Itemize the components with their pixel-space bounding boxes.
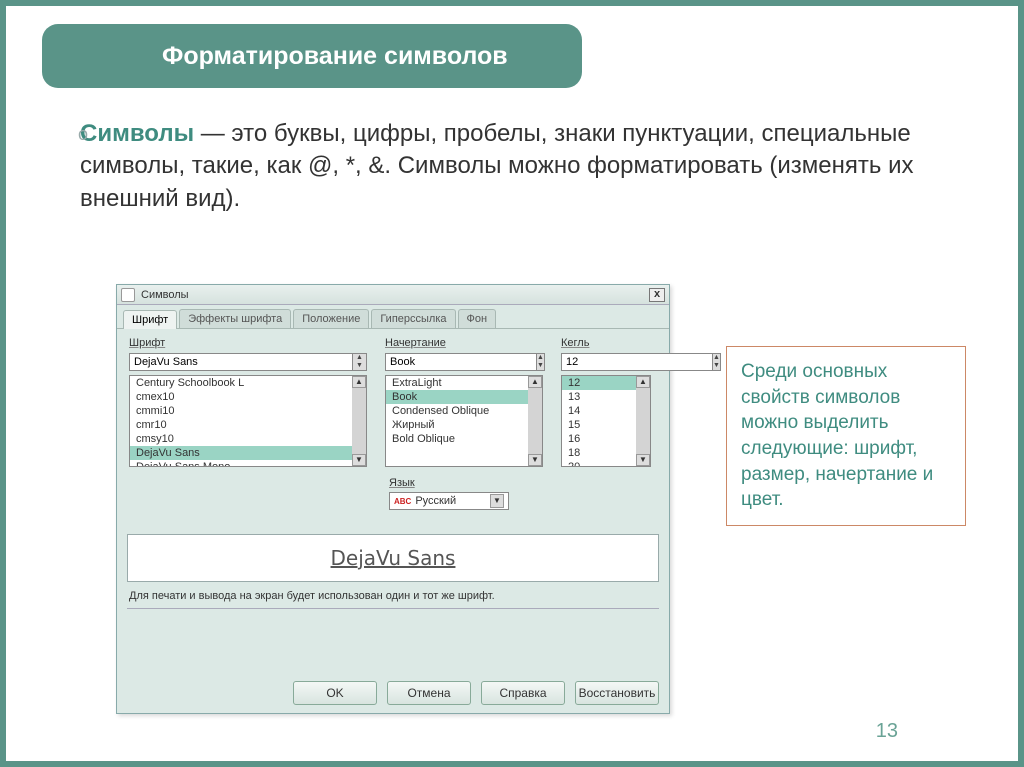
preview-text: DejaVu Sans [331,546,456,570]
lang-label: Язык [389,477,657,489]
tab-background[interactable]: Фон [458,309,497,328]
tab-font[interactable]: Шрифт [123,310,177,329]
lang-select[interactable]: ABC Русский ▼ [389,492,509,510]
ok-button[interactable]: OK [293,681,377,705]
scrollbar[interactable]: ▲▼ [636,376,650,466]
main-paragraph: o Символы — это буквы, цифры, пробелы, з… [80,118,970,215]
size-item[interactable]: 15 [562,418,636,432]
size-item[interactable]: 16 [562,432,636,446]
style-label: Начертание [385,337,543,349]
close-button[interactable]: x [649,288,665,302]
font-item[interactable]: Century Schoolbook L [130,376,352,390]
scrollbar[interactable]: ▲▼ [352,376,366,466]
term-strong: Символы [80,120,194,147]
size-label: Кегль [561,337,651,349]
style-input[interactable] [385,353,537,371]
spellcheck-icon: ABC [394,497,411,506]
size-item[interactable]: 12 [562,376,636,390]
style-item[interactable]: Condensed Oblique [386,404,528,418]
hint-text: Для печати и вывода на экран будет испол… [117,582,669,602]
cancel-button[interactable]: Отмена [387,681,471,705]
dialog-titlebar[interactable]: Символы x [117,285,669,305]
size-spin[interactable]: ▲▼ [713,353,721,371]
size-item[interactable]: 13 [562,390,636,404]
style-item[interactable]: Book [386,390,528,404]
dialog-icon [121,288,135,302]
size-listbox[interactable]: 12 13 14 15 16 18 20 ▲▼ [561,375,651,467]
lang-value: Русский [415,495,456,507]
bullet-icon: o [78,122,88,146]
style-item[interactable]: Bold Oblique [386,432,528,446]
size-item[interactable]: 18 [562,446,636,460]
font-panel: Шрифт ▲▼ Century Schoolbook L cmex10 cmm… [117,329,669,518]
size-item[interactable]: 14 [562,404,636,418]
font-item[interactable]: cmmi10 [130,404,352,418]
size-input[interactable] [561,353,713,371]
style-listbox[interactable]: ExtraLight Book Condensed Oblique Жирный… [385,375,543,467]
slide-title-bar: Форматирование символов [42,24,582,88]
font-item[interactable]: cmsy10 [130,432,352,446]
slide-title: Форматирование символов [162,42,508,71]
scrollbar[interactable]: ▲▼ [528,376,542,466]
callout-text: Среди основных свойств символов можно вы… [741,361,933,510]
font-label: Шрифт [129,337,367,349]
size-item[interactable]: 20 [562,460,636,466]
chevron-down-icon: ▼ [490,494,504,508]
tabs-row: Шрифт Эффекты шрифта Положение Гиперссыл… [117,305,669,329]
style-item[interactable]: ExtraLight [386,376,528,390]
page-number: 13 [876,720,898,743]
font-item[interactable]: DejaVu Sans [130,446,352,460]
font-spin[interactable]: ▲▼ [353,353,367,371]
tab-effects[interactable]: Эффекты шрифта [179,309,291,328]
font-listbox[interactable]: Century Schoolbook L cmex10 cmmi10 cmr10… [129,375,367,467]
character-dialog: Символы x Шрифт Эффекты шрифта Положение… [116,284,670,714]
callout-box: Среди основных свойств символов можно вы… [726,346,966,526]
help-button[interactable]: Справка [481,681,565,705]
font-item[interactable]: DejaVu Sans Mono [130,460,352,466]
style-item[interactable]: Жирный [386,418,528,432]
restore-button[interactable]: Восстановить [575,681,659,705]
font-preview: DejaVu Sans [127,534,659,582]
tab-hyperlink[interactable]: Гиперссылка [371,309,455,328]
style-spin[interactable]: ▲▼ [537,353,545,371]
font-input[interactable] [129,353,353,371]
paragraph-text: — это буквы, цифры, пробелы, знаки пункт… [80,120,913,212]
tab-position[interactable]: Положение [293,309,369,328]
dialog-title: Символы [141,289,649,301]
font-item[interactable]: cmex10 [130,390,352,404]
font-item[interactable]: cmr10 [130,418,352,432]
